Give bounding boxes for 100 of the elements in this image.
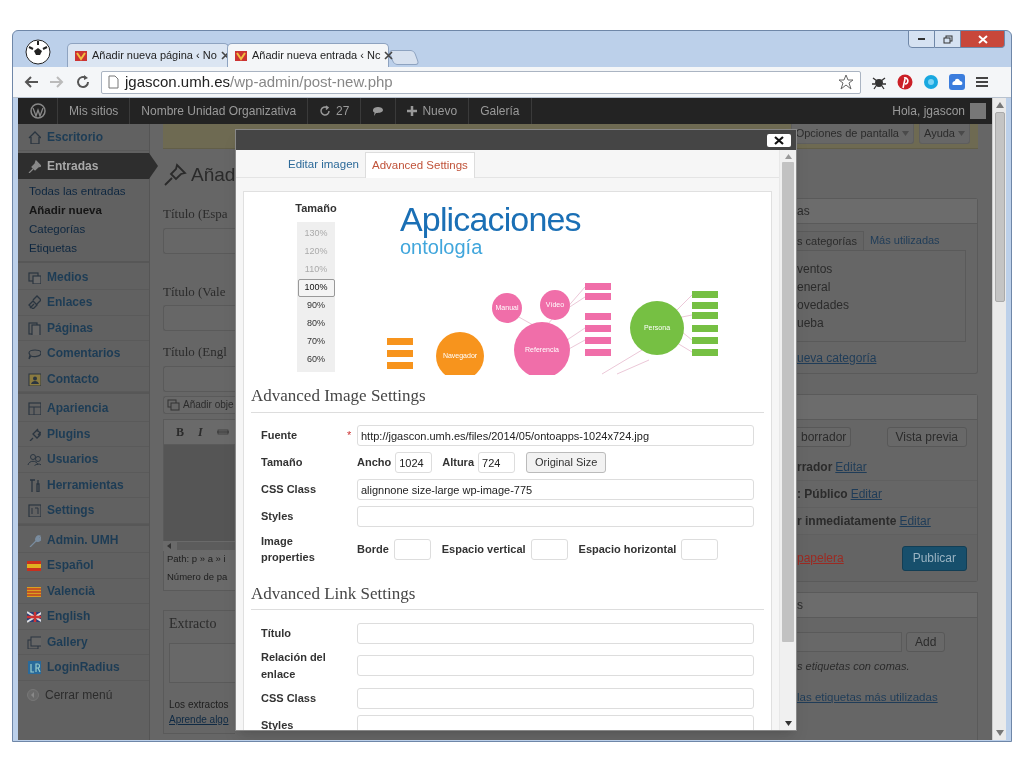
reload-icon bbox=[75, 74, 91, 90]
add-media-button[interactable]: Añadir obje bbox=[163, 395, 235, 414]
restore-icon bbox=[942, 34, 953, 44]
width-input[interactable]: 1024 bbox=[395, 452, 433, 473]
title-input[interactable] bbox=[163, 227, 235, 254]
ball-icon bbox=[25, 39, 51, 65]
number-input[interactable] bbox=[393, 538, 431, 560]
address-bar[interactable]: jgascon.umh.es/wp-admin/post-new.php bbox=[101, 70, 861, 94]
spain-flag-icon bbox=[27, 558, 41, 573]
maximize-button[interactable] bbox=[935, 30, 961, 48]
add-category-link[interactable]: ueva categoría bbox=[797, 349, 877, 367]
title-input[interactable] bbox=[163, 305, 235, 331]
edit-link[interactable]: Editar bbox=[850, 485, 883, 503]
sidebar-item[interactable]: Contacto bbox=[18, 366, 149, 392]
text-input[interactable] bbox=[357, 506, 754, 527]
number-input[interactable] bbox=[681, 538, 719, 560]
sidebar-item[interactable]: Español bbox=[18, 553, 149, 579]
minimize-button[interactable] bbox=[908, 30, 935, 48]
dialog-tab[interactable]: Editar imagen bbox=[282, 152, 365, 177]
zoom-option[interactable]: 80% bbox=[297, 314, 335, 333]
close-button[interactable] bbox=[767, 133, 791, 147]
field-label: Image properties bbox=[261, 533, 316, 565]
text-input[interactable] bbox=[357, 714, 754, 730]
publish-button[interactable]: Publicar bbox=[901, 545, 967, 571]
sidebar-item[interactable]: Admin. UMH bbox=[18, 527, 149, 553]
up-arrow-icon bbox=[995, 102, 1004, 108]
text-input[interactable] bbox=[357, 687, 754, 709]
field-label: CSS Class bbox=[261, 482, 318, 498]
strikethrough-icon bbox=[216, 427, 229, 436]
submenu-item[interactable]: Etiquetas bbox=[29, 239, 149, 259]
star-icon bbox=[838, 74, 854, 90]
text-input[interactable]: alignnone size-large wp-image-775 bbox=[357, 479, 754, 500]
pin-logo-icon bbox=[897, 74, 913, 90]
sidebar-item[interactable]: Apariencia bbox=[18, 396, 149, 422]
height-input[interactable]: 724 bbox=[478, 452, 515, 473]
learn-more-link[interactable]: Aprende algo bbox=[169, 711, 229, 727]
popular-tags-link[interactable]: las etiquetas más utilizadas bbox=[797, 688, 938, 706]
field-label: Título bbox=[261, 625, 292, 641]
box-column-drawing bbox=[387, 338, 413, 369]
sidebar-item[interactable]: Comentarios bbox=[18, 341, 149, 367]
bold-button[interactable]: B bbox=[176, 422, 184, 441]
box-title: s bbox=[797, 593, 977, 618]
browser-tab[interactable]: Añadir nueva página ‹ No bbox=[67, 43, 229, 67]
account-link[interactable]: Hola, jgascon bbox=[892, 102, 992, 120]
edit-link[interactable]: Editar bbox=[899, 512, 931, 530]
add-tag-button[interactable]: Add bbox=[906, 632, 946, 652]
screen-options-tab[interactable]: Opciones de pantalla bbox=[790, 124, 914, 144]
sidebar-item[interactable]: Escritorio bbox=[18, 125, 149, 151]
save-draft-button[interactable]: borrador bbox=[797, 427, 852, 447]
scrollbar-thumb[interactable] bbox=[994, 112, 1005, 302]
zoom-option[interactable]: 100% bbox=[297, 278, 335, 297]
edit-link[interactable]: Editar bbox=[835, 458, 867, 476]
trash-link[interactable]: papelera bbox=[797, 549, 844, 567]
text-input[interactable] bbox=[357, 622, 754, 644]
original-size-button[interactable]: Original Size bbox=[526, 452, 607, 473]
italic-button[interactable]: I bbox=[198, 422, 203, 441]
title-input[interactable] bbox=[163, 365, 235, 392]
preview-button[interactable]: Vista previa bbox=[886, 427, 967, 447]
sidebar-item[interactable]: Entradas bbox=[18, 152, 149, 179]
category-tab[interactable]: Más utilizadas bbox=[863, 231, 946, 250]
scrollbar-thumb[interactable] bbox=[177, 541, 235, 550]
box-column-drawing bbox=[692, 291, 718, 356]
box-title: as bbox=[797, 199, 977, 224]
field-label: Styles bbox=[261, 509, 295, 525]
dialog-tab[interactable]: Advanced Settings bbox=[364, 152, 475, 178]
text-input[interactable] bbox=[357, 655, 754, 676]
caret-icon bbox=[902, 131, 909, 136]
sidebar-item[interactable]: Enlaces bbox=[18, 290, 149, 316]
sidebar-item[interactable]: Páginas bbox=[18, 315, 149, 341]
media-icon bbox=[27, 269, 41, 284]
excerpt-field[interactable] bbox=[169, 642, 235, 683]
tag-input[interactable] bbox=[797, 632, 902, 652]
sidebar-item[interactable]: Gallery bbox=[18, 629, 149, 655]
sidebar-item[interactable]: Usuarios bbox=[18, 447, 149, 473]
wordpress-logo-icon bbox=[29, 103, 46, 119]
screen-options-tab[interactable]: Ayuda bbox=[919, 124, 970, 144]
sidebar-item[interactable]: English bbox=[18, 604, 149, 630]
image-subtitle: ontología bbox=[400, 237, 483, 257]
submenu-item[interactable]: Todas las entradas bbox=[29, 182, 149, 202]
sidebar-item[interactable]: Plugins bbox=[18, 421, 149, 447]
status-label: : Público bbox=[797, 486, 848, 503]
excerpt-note: Los extractos bbox=[169, 697, 230, 712]
text-input[interactable]: http://jgascon.umh.es/files/2014/05/ontoapps-1024x724.jpg bbox=[357, 425, 754, 446]
sidebar-item[interactable]: Herramientas bbox=[18, 472, 149, 498]
field-label: Relación del enlace bbox=[261, 650, 327, 682]
sidebar-item[interactable]: Medios bbox=[18, 264, 149, 290]
submenu-item[interactable]: Añadir nueva bbox=[29, 201, 149, 221]
sidebar-item[interactable]: Settings bbox=[18, 498, 149, 524]
zoom-option[interactable]: 70% bbox=[297, 332, 335, 351]
word-count: Número de pa bbox=[167, 570, 229, 585]
submenu-item[interactable]: Categorías bbox=[29, 220, 149, 240]
editor-area[interactable] bbox=[163, 444, 235, 541]
sidebar-item[interactable]: Valencià bbox=[18, 578, 149, 604]
zoom-option[interactable]: 90% bbox=[297, 296, 335, 315]
scrollbar-thumb[interactable] bbox=[782, 162, 794, 642]
close-window-button[interactable] bbox=[961, 30, 1005, 48]
sidebar-item[interactable]: LoginRadius bbox=[18, 655, 149, 681]
number-input[interactable] bbox=[530, 538, 568, 560]
page-icon bbox=[108, 75, 119, 89]
zoom-option[interactable]: 60% bbox=[297, 350, 335, 369]
